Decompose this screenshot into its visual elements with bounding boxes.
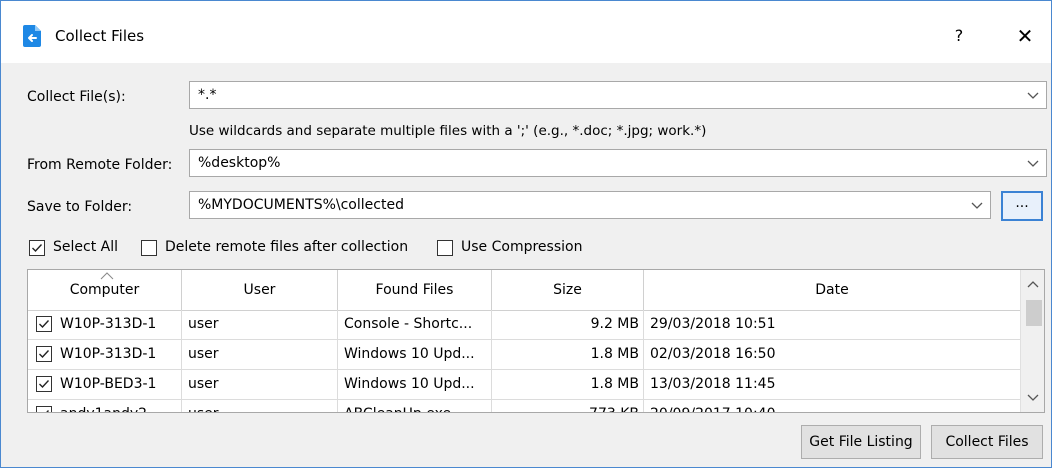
delete-remote-label: Delete remote files after collection	[165, 239, 409, 255]
remote-folder-label: From Remote Folder:	[27, 157, 173, 173]
wildcard-hint: Use wildcards and separate multiple file…	[189, 123, 707, 139]
cell-computer: W10P-313D-1	[60, 340, 182, 369]
cell-computer: W10P-313D-1	[60, 310, 182, 339]
cell-size: 1.8 MB	[492, 370, 644, 399]
cell-computer: W10P-BED3-1	[60, 370, 182, 399]
cell-found-file: Console - Shortc...	[338, 310, 492, 339]
save-folder-value: %MYDOCUMENTS%\collected	[198, 197, 404, 213]
scroll-up-icon[interactable]	[1027, 280, 1039, 288]
checkbox-box[interactable]	[29, 240, 45, 256]
cell-user: user	[182, 310, 338, 339]
chevron-down-icon[interactable]	[970, 198, 984, 212]
table-header: Computer User Found Files Size Date	[28, 270, 1020, 311]
close-button[interactable]: ✕	[1011, 23, 1039, 49]
table-row[interactable]: W10P-313D-1 user Windows 10 Upd... 1.8 M…	[28, 340, 1020, 370]
save-folder-label: Save to Folder:	[27, 199, 133, 215]
cell-date: 13/03/2018 11:45	[650, 376, 776, 392]
use-compression-label: Use Compression	[461, 239, 583, 255]
column-header-computer[interactable]: Computer	[28, 270, 182, 310]
collect-files-combo[interactable]: *.*	[189, 81, 1047, 109]
checkbox-box[interactable]	[437, 240, 453, 256]
cell-user: user	[182, 340, 338, 369]
cell-size: 9.2 MB	[492, 310, 644, 339]
select-all-label: Select All	[53, 239, 118, 255]
cell-computer: andy1andy2	[60, 400, 182, 412]
cell-date: 29/03/2018 10:51	[650, 316, 776, 332]
table-row[interactable]: W10P-BED3-1 user Windows 10 Upd... 1.8 M…	[28, 370, 1020, 400]
cell-user: user	[182, 400, 338, 412]
remote-folder-value: %desktop%	[198, 155, 281, 171]
title-bar: Collect Files ? ✕	[1, 1, 1051, 63]
cell-found-file: Windows 10 Upd...	[338, 370, 492, 399]
cell-found-file: ABCleanUp.exe	[338, 400, 492, 412]
cell-size: 773 KB	[492, 400, 644, 412]
column-header-found-files[interactable]: Found Files	[338, 270, 492, 310]
row-checkbox[interactable]	[36, 376, 52, 392]
scroll-down-icon[interactable]	[1027, 394, 1039, 402]
scrollbar-thumb[interactable]	[1026, 300, 1042, 326]
browse-folder-button[interactable]: ...	[1001, 191, 1043, 221]
column-header-size[interactable]: Size	[492, 270, 644, 310]
collect-files-value: *.*	[198, 87, 217, 103]
get-file-listing-button[interactable]: Get File Listing	[801, 425, 921, 459]
collect-files-label: Collect File(s):	[27, 89, 126, 105]
save-folder-combo[interactable]: %MYDOCUMENTS%\collected	[189, 191, 991, 219]
found-files-table: Computer User Found Files Size Date W10P…	[27, 269, 1045, 413]
checkmark-icon	[39, 320, 50, 329]
row-checkbox[interactable]	[36, 406, 52, 412]
row-checkbox[interactable]	[36, 316, 52, 332]
checkmark-icon	[46, 410, 50, 412]
vertical-scrollbar[interactable]	[1020, 270, 1044, 412]
checkbox-box[interactable]	[141, 240, 157, 256]
row-checkbox[interactable]	[36, 346, 52, 362]
table-row[interactable]: andy1andy2 user ABCleanUp.exe 773 KB 20/…	[28, 400, 1020, 412]
collect-files-button[interactable]: Collect Files	[931, 425, 1043, 459]
remote-folder-combo[interactable]: %desktop%	[189, 149, 1047, 177]
table-row[interactable]: W10P-313D-1 user Console - Shortc... 9.2…	[28, 310, 1020, 340]
collect-files-app-icon	[23, 25, 41, 47]
cell-date: 20/09/2017 10:40	[644, 400, 1020, 412]
cell-size: 1.8 MB	[492, 340, 644, 369]
collect-files-dialog: Collect Files ? ✕ Collect File(s): *.* U…	[0, 0, 1052, 468]
column-header-date[interactable]: Date	[644, 270, 1020, 310]
column-header-user[interactable]: User	[182, 270, 338, 310]
sort-ascending-icon	[100, 272, 114, 280]
checkmark-icon	[39, 380, 50, 389]
help-button[interactable]: ?	[947, 23, 971, 49]
cell-user: user	[182, 370, 338, 399]
checkmark-icon	[32, 244, 43, 253]
chevron-down-icon[interactable]	[1026, 88, 1040, 102]
window-title: Collect Files	[55, 27, 145, 45]
cell-date: 02/03/2018 16:50	[650, 346, 776, 362]
chevron-down-icon[interactable]	[1026, 156, 1040, 170]
cell-found-file: Windows 10 Upd...	[338, 340, 492, 369]
checkmark-icon	[39, 350, 50, 359]
